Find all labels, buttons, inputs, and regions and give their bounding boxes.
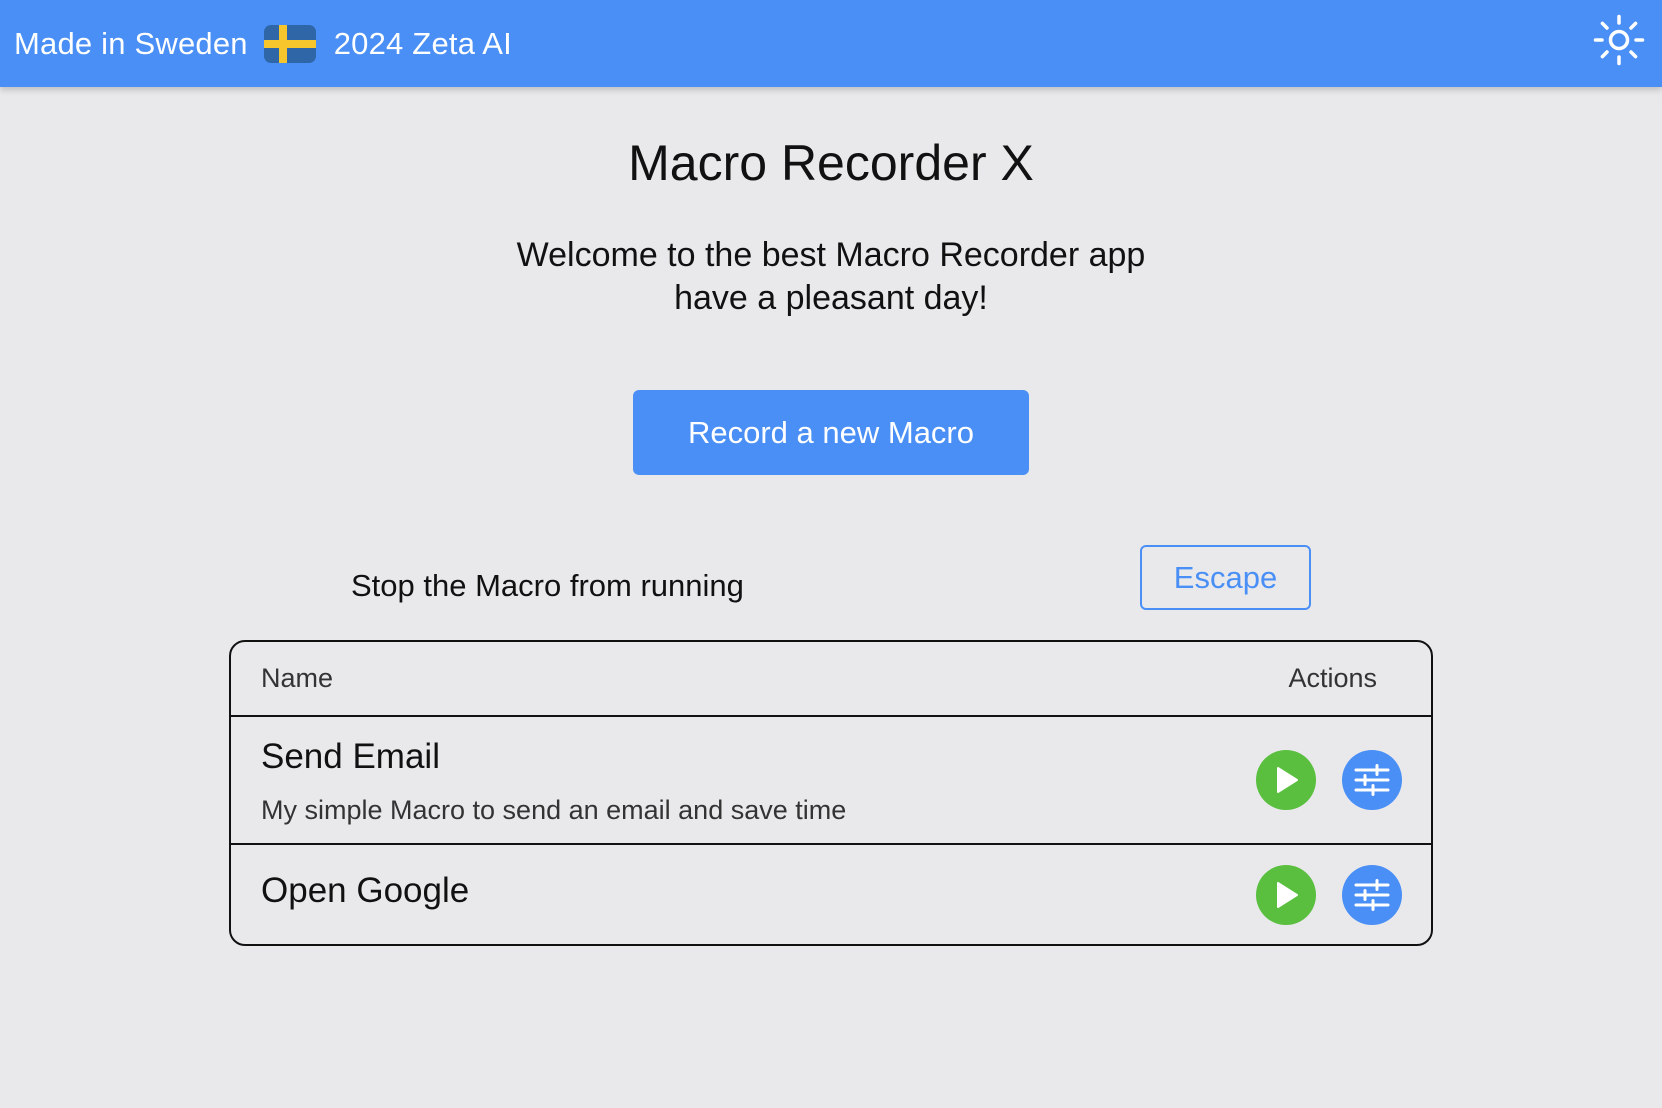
play-button[interactable] bbox=[1256, 865, 1316, 925]
sweden-flag-icon bbox=[263, 24, 316, 63]
escape-button[interactable]: Escape bbox=[1140, 545, 1311, 610]
settings-button[interactable] bbox=[1342, 865, 1402, 925]
table-row: Open Google bbox=[231, 845, 1431, 942]
welcome-line-1: Welcome to the best Macro Recorder app bbox=[516, 236, 1146, 274]
made-in-label: Made in Sweden bbox=[14, 25, 248, 61]
table-row: Send Email My simple Macro to send an em… bbox=[231, 717, 1431, 845]
sliders-icon bbox=[1354, 879, 1390, 911]
sliders-icon bbox=[1354, 764, 1390, 796]
page-title: Macro Recorder X bbox=[628, 135, 1034, 191]
macro-table: Name Actions Send Email My simple Macro … bbox=[229, 640, 1433, 946]
stop-macro-label: Stop the Macro from running bbox=[351, 568, 744, 603]
macro-description: My simple Macro to send an email and sav… bbox=[261, 795, 847, 825]
column-header-actions: Actions bbox=[1288, 663, 1377, 693]
column-header-name: Name bbox=[261, 663, 334, 693]
macro-name: Send Email bbox=[261, 737, 440, 776]
row-actions bbox=[1256, 865, 1402, 925]
welcome-line-2: have a pleasant day! bbox=[674, 279, 988, 317]
table-header: Name Actions bbox=[231, 642, 1431, 717]
row-actions bbox=[1256, 750, 1402, 810]
settings-button[interactable] bbox=[1342, 750, 1402, 810]
welcome-message: Welcome to the best Macro Recorder app h… bbox=[0, 234, 1662, 320]
play-button[interactable] bbox=[1256, 750, 1316, 810]
record-macro-button[interactable]: Record a new Macro bbox=[633, 390, 1029, 475]
top-bar: Made in Sweden 2024 Zeta AI bbox=[0, 0, 1662, 87]
copyright-label: 2024 Zeta AI bbox=[333, 25, 512, 61]
sun-icon[interactable] bbox=[1593, 14, 1645, 66]
play-icon bbox=[1277, 767, 1298, 793]
play-icon bbox=[1277, 882, 1298, 908]
macro-name: Open Google bbox=[261, 871, 470, 910]
